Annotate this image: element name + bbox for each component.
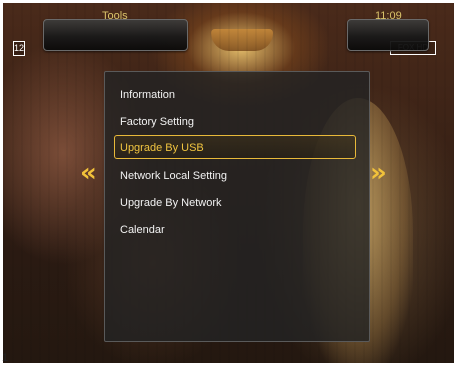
chevron-right-icon[interactable]: » [370,160,387,186]
title-bar [43,19,188,51]
menu-item-factory-setting[interactable]: Factory Setting [114,109,356,133]
menu-item-upgrade-by-network[interactable]: Upgrade By Network [114,190,356,214]
menu-item-upgrade-by-usb[interactable]: Upgrade By USB [114,135,356,159]
chevron-left-icon[interactable]: « [80,160,97,186]
corner-label: 1 [2,352,9,364]
tv-screen: 12 FOX HD Tools 11:09 Information Factor… [0,0,456,367]
background-lamp [211,29,273,51]
clock-bar [347,19,429,51]
page-title: Tools [102,10,128,22]
clock-display: 11:09 [375,10,402,22]
menu-item-network-local-setting[interactable]: Network Local Setting [114,163,356,187]
age-rating-badge: 12 [13,41,25,56]
menu-item-calendar[interactable]: Calendar [114,217,356,241]
menu-item-information[interactable]: Information [114,82,356,106]
